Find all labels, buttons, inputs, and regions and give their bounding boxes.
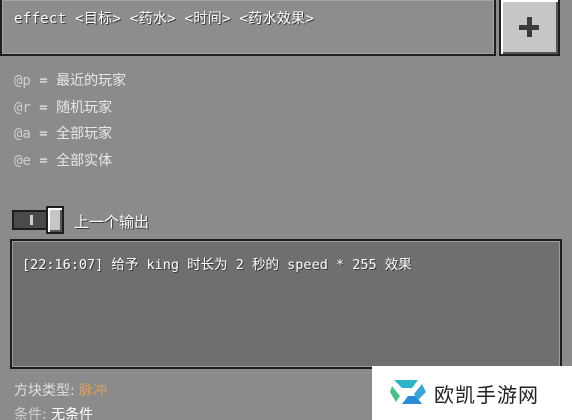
selector-desc: 最近的玩家: [56, 73, 127, 89]
selector-desc: 全部玩家: [56, 126, 113, 142]
selector-code: @a: [14, 126, 31, 142]
selector-row: @e = 全部实体: [14, 148, 126, 175]
selector-row: @a = 全部玩家: [14, 121, 126, 148]
block-type-value[interactable]: 脉冲: [79, 383, 107, 399]
watermark: 欧凯手游网: [372, 366, 572, 420]
condition-value[interactable]: 无条件: [51, 407, 93, 420]
selector-desc: 随机玩家: [56, 99, 113, 116]
toggle-on-mark: [30, 215, 33, 225]
selector-sep: =: [30, 73, 57, 89]
selector-help: @p = 最近的玩家 @r = 随机玩家 @a = 全部玩家 @e = 全部实体: [14, 68, 126, 174]
watermark-text: 欧凯手游网: [434, 383, 539, 407]
selector-desc: 全部实体: [56, 152, 113, 169]
selector-row: @r = 随机玩家: [14, 95, 126, 122]
selector-code: @p: [14, 73, 31, 89]
selector-row: @p = 最近的玩家: [14, 68, 126, 95]
block-type-label: 方块类型:: [14, 383, 80, 399]
toggle-knob[interactable]: [46, 206, 64, 234]
selector-code: @e: [14, 152, 31, 169]
command-input-value: effect <目标> <药水> <时间> <药水效果>: [14, 11, 315, 27]
previous-output-label: 上一个输出: [74, 213, 150, 231]
selector-sep: =: [30, 126, 57, 142]
previous-output-toggle[interactable]: [12, 206, 64, 234]
block-type-info[interactable]: 方块类型: 脉冲: [14, 380, 107, 400]
add-button[interactable]: [499, 0, 560, 56]
condition-label: 条件:: [14, 407, 52, 420]
command-input[interactable]: effect <目标> <药水> <时间> <药水效果>: [0, 0, 496, 56]
condition-info[interactable]: 条件: 无条件: [14, 404, 93, 420]
watermark-logo-icon: [390, 380, 426, 404]
selector-sep: =: [30, 152, 57, 169]
command-block-screen: effect <目标> <药水> <时间> <药水效果> @p = 最近的玩家 …: [0, 0, 572, 420]
previous-output-box: [22:16:07] 给予 king 时长为 2 秒的 speed * 255 …: [10, 239, 562, 369]
plus-icon-vertical: [527, 17, 532, 37]
selector-sep: =: [30, 99, 57, 116]
output-line: [22:16:07] 给予 king 时长为 2 秒的 speed * 255 …: [22, 257, 412, 273]
selector-code: @r: [14, 99, 31, 116]
